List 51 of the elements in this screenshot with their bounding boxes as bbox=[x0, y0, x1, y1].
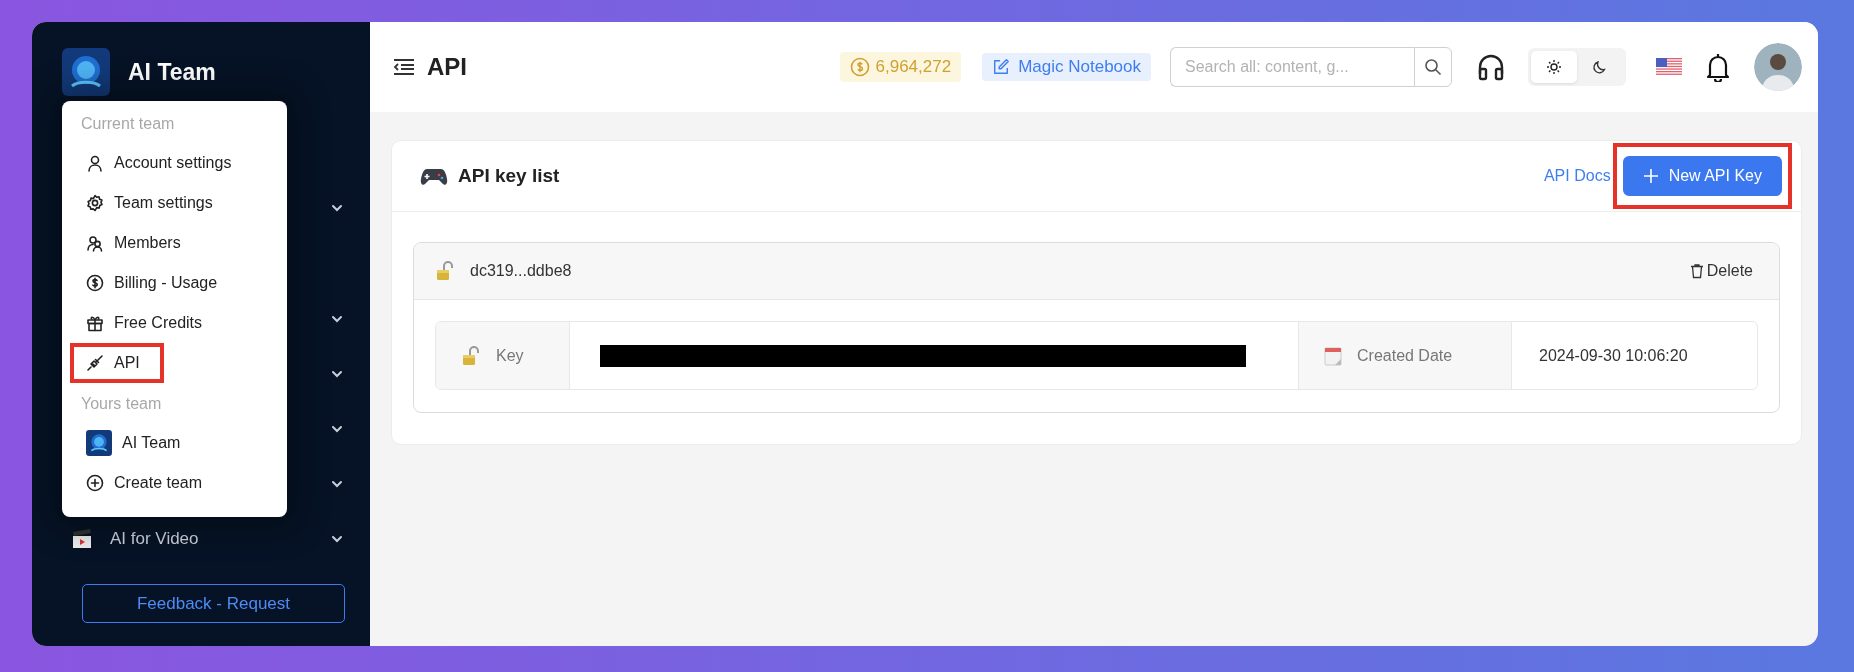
search-button[interactable] bbox=[1414, 47, 1452, 87]
nav-item[interactable]: AI for Video bbox=[32, 511, 370, 566]
credits-amount: 6,964,272 bbox=[875, 57, 952, 77]
plus-icon bbox=[1642, 168, 1659, 184]
team-name: AI Team bbox=[128, 58, 216, 86]
light-mode-button[interactable] bbox=[1531, 51, 1577, 83]
menu-item[interactable]: Account settings bbox=[70, 143, 256, 183]
menu-item[interactable]: AI Team bbox=[70, 423, 205, 463]
menu-item[interactable]: Billing - Usage bbox=[70, 263, 242, 303]
padlock-icon bbox=[460, 344, 482, 367]
search-field[interactable]: Search all: content, g... bbox=[1170, 47, 1414, 87]
menu-item[interactable]: Team settings bbox=[70, 183, 237, 223]
field-label: Created Date bbox=[1357, 346, 1453, 365]
section-heading: Yours team bbox=[80, 394, 163, 414]
plug-icon bbox=[86, 354, 104, 372]
calendar-icon bbox=[1323, 344, 1343, 367]
padlock-icon bbox=[434, 260, 456, 282]
search-icon bbox=[1423, 57, 1443, 77]
page-title: API bbox=[427, 53, 467, 81]
feedback-button[interactable]: Feedback - Request bbox=[82, 584, 345, 623]
flag-icon[interactable] bbox=[1656, 58, 1682, 76]
add-icon bbox=[86, 474, 104, 492]
notification-icon[interactable] bbox=[1706, 52, 1730, 82]
settings-icon bbox=[86, 194, 104, 212]
menu-item[interactable]: Free Credits bbox=[70, 303, 227, 343]
coin-icon bbox=[849, 57, 870, 77]
docs-link[interactable]: API Docs bbox=[1543, 167, 1611, 185]
headphones-icon[interactable] bbox=[1476, 52, 1506, 82]
avatar[interactable] bbox=[1754, 43, 1802, 91]
field-label: Key bbox=[496, 346, 524, 365]
gift-icon bbox=[86, 314, 104, 332]
edit-icon bbox=[992, 58, 1011, 76]
date-value: 2024-09-30 10:06:20 bbox=[1511, 322, 1757, 389]
user-icon bbox=[86, 154, 104, 172]
users-icon bbox=[86, 234, 104, 252]
key-name: dc319...ddbe8 bbox=[470, 262, 572, 280]
menu-item[interactable]: API bbox=[70, 343, 164, 383]
sun-icon bbox=[1546, 59, 1562, 75]
new-key-button[interactable]: New API Key bbox=[1622, 156, 1782, 196]
trash-icon bbox=[1688, 263, 1705, 279]
moon-icon bbox=[1592, 59, 1608, 75]
clapperboard-icon bbox=[70, 526, 94, 551]
menu-icon[interactable] bbox=[393, 58, 415, 76]
delete-button[interactable]: Delete bbox=[1688, 262, 1753, 280]
card-title: API key list bbox=[458, 165, 560, 187]
dollar-icon bbox=[86, 274, 104, 292]
menu-item[interactable]: Members bbox=[70, 223, 205, 263]
section-heading: Current team bbox=[80, 114, 176, 134]
logo-icon bbox=[62, 48, 110, 96]
menu-item[interactable]: Create team bbox=[70, 463, 227, 503]
team-logo-icon bbox=[86, 430, 112, 456]
